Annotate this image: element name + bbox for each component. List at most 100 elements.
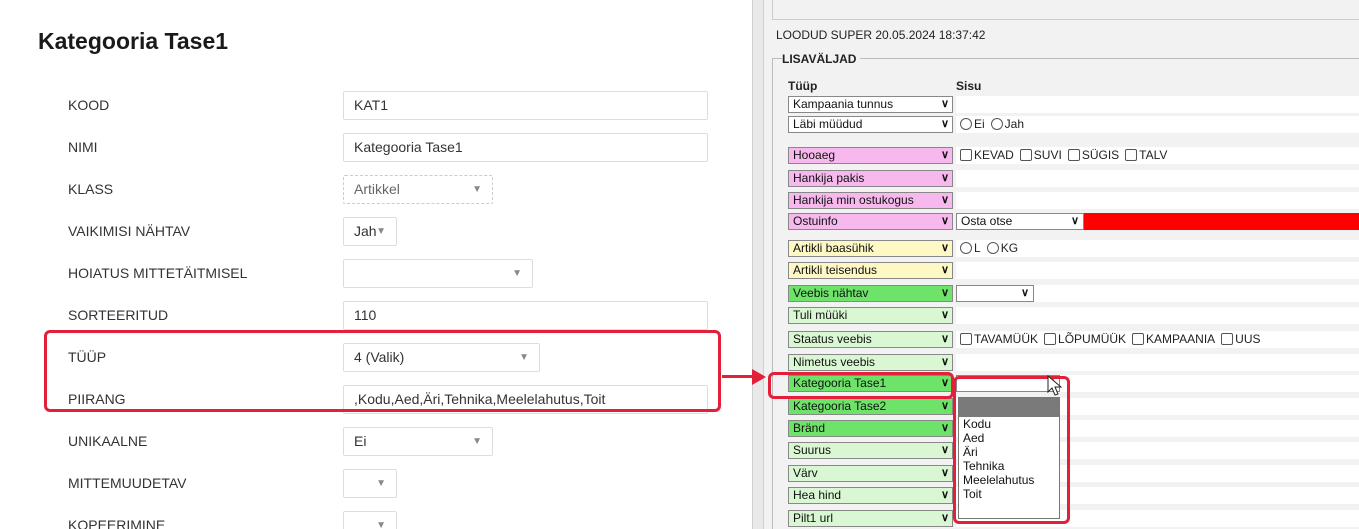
field-type-select[interactable]: Suurus ∨ <box>788 442 953 459</box>
checkbox[interactable] <box>1125 149 1138 161</box>
field-type-select[interactable]: Hankija pakis ∨ <box>788 170 953 187</box>
extra-field-row: Hooaeg ∨ KEVAD SUVI SÜGIS TALV <box>788 147 1359 164</box>
field-content: ∨ <box>956 285 1359 302</box>
arrow-right-icon <box>752 369 766 385</box>
extra-field-row: Bränd ∨ <box>788 420 1359 437</box>
field-type-select[interactable]: Staatus veebis ∨ <box>788 331 953 348</box>
extra-field-row: Hankija min ostukogus ∨ <box>788 192 1359 209</box>
field-type-select[interactable]: Bränd ∨ <box>788 420 953 437</box>
field-type-select[interactable]: Artikli baasühik ∨ <box>788 240 953 257</box>
panel-divider[interactable] <box>752 0 764 529</box>
radio-button[interactable] <box>960 242 972 254</box>
field-type-label: Pilt1 url <box>793 511 834 525</box>
chevron-down-icon: ∨ <box>940 489 949 501</box>
form-row: NIMI Kategooria Tase1 <box>0 133 752 175</box>
field-content <box>956 170 1359 187</box>
chevron-down-icon: ∨ <box>940 467 949 479</box>
field-content: L KG <box>956 240 1359 257</box>
top-strip <box>772 0 1359 20</box>
checkbox[interactable] <box>1019 149 1032 161</box>
field-content <box>956 307 1359 324</box>
field-type-label: Suurus <box>793 443 832 457</box>
checkbox-label: UUS <box>1235 332 1261 346</box>
column-header-type: Tüüp <box>788 79 818 93</box>
checkbox[interactable] <box>960 333 972 345</box>
select-value: Ei <box>354 433 367 449</box>
field-content: Ei Jah <box>956 116 1359 133</box>
form-row: UNIKAALNE Ei ▼ <box>0 427 752 469</box>
field-type-label: Hea hind <box>793 488 842 502</box>
select-value: Osta otse <box>961 214 1013 228</box>
form-row: HOIATUS MITTETÄITMISEL ▼ <box>0 259 752 301</box>
form-input[interactable]: 110 <box>343 301 708 330</box>
form-row: VAIKIMISI NÄHTAV Jah ▼ <box>0 217 752 259</box>
chevron-down-icon: ∨ <box>940 118 949 130</box>
field-type-select[interactable]: Kategooria Tase2 ∨ <box>788 398 953 415</box>
chevron-down-icon: ∨ <box>1070 215 1079 227</box>
chevron-down-icon: ∨ <box>940 194 949 206</box>
field-type-select[interactable]: Kampaania tunnus ∨ <box>788 96 953 113</box>
field-type-label: Veebis nähtav <box>793 286 869 300</box>
field-type-label: Hankija pakis <box>793 171 865 185</box>
caret-down-icon: ▼ <box>376 520 386 529</box>
caret-down-icon: ▼ <box>512 268 522 279</box>
field-type-select[interactable]: Hankija min ostukogus ∨ <box>788 192 953 209</box>
checkbox[interactable] <box>960 149 972 161</box>
form-select[interactable]: ▼ <box>343 259 533 288</box>
extra-field-row: Nimetus veebis ∨ <box>788 354 1359 371</box>
field-type-select[interactable]: Nimetus veebis ∨ <box>788 354 953 371</box>
checkbox[interactable] <box>1067 149 1080 161</box>
field-type-select[interactable]: Värv ∨ <box>788 465 953 482</box>
chevron-down-icon: ∨ <box>940 264 949 276</box>
checkbox[interactable] <box>1221 333 1234 345</box>
content-select[interactable]: ∨ <box>956 285 1034 302</box>
extra-field-row: Kategooria Tase2 ∨ <box>788 398 1359 415</box>
field-type-label: Hooaeg <box>793 148 836 162</box>
extra-field-row: Läbi müüdud ∨ Ei Jah <box>788 116 1359 133</box>
checkbox[interactable] <box>1132 333 1145 345</box>
radio-button[interactable] <box>986 242 999 254</box>
form-select[interactable]: Ei ▼ <box>343 427 493 456</box>
field-type-select[interactable]: Hea hind ∨ <box>788 487 953 504</box>
radio-button[interactable] <box>960 118 972 130</box>
chevron-down-icon: ∨ <box>940 309 949 321</box>
content-select[interactable]: Osta otse ∨ <box>956 213 1084 230</box>
checkbox-label: KAMPAANIA <box>1146 332 1216 346</box>
select-value: Jah <box>354 223 377 239</box>
field-type-select[interactable]: Veebis nähtav ∨ <box>788 285 953 302</box>
extra-field-row: Pilt1 url ∨ <box>788 510 1359 527</box>
field-content: KEVAD SUVI SÜGIS TALV <box>956 147 1359 164</box>
field-type-select[interactable]: Ostuinfo ∨ <box>788 213 953 230</box>
radio-button[interactable] <box>990 118 1003 130</box>
form-label: HOIATUS MITTETÄITMISEL <box>68 265 248 281</box>
caret-down-icon: ▼ <box>376 478 386 489</box>
caret-down-icon: ▼ <box>472 436 482 447</box>
field-type-label: Ostuinfo <box>793 214 838 228</box>
highlight-category-row <box>768 372 954 399</box>
form-input[interactable]: Kategooria Tase1 <box>343 133 708 162</box>
field-type-label: Nimetus veebis <box>793 355 876 369</box>
extra-field-row: Värv ∨ <box>788 465 1359 482</box>
chevron-down-icon: ∨ <box>940 215 949 227</box>
field-type-select[interactable]: Hooaeg ∨ <box>788 147 953 164</box>
checkbox[interactable] <box>1044 333 1057 345</box>
chevron-down-icon: ∨ <box>1020 287 1029 299</box>
extra-field-row: Artikli baasühik ∨ L KG <box>788 240 1359 257</box>
form-select[interactable]: Jah ▼ <box>343 217 397 246</box>
form-select[interactable]: ▼ <box>343 511 397 529</box>
field-type-label: Artikli teisendus <box>793 263 878 277</box>
form-label: NIMI <box>68 139 98 155</box>
form-input[interactable]: KAT1 <box>343 91 708 120</box>
form-select[interactable]: ▼ <box>343 469 397 498</box>
form-label: UNIKAALNE <box>68 433 148 449</box>
field-type-select[interactable]: Pilt1 url ∨ <box>788 510 953 527</box>
field-type-select[interactable]: Artikli teisendus ∨ <box>788 262 953 279</box>
field-type-select[interactable]: Läbi müüdud ∨ <box>788 116 953 133</box>
field-type-label: Kampaania tunnus <box>793 97 894 111</box>
extra-field-row: Hea hind ∨ <box>788 487 1359 504</box>
field-content <box>956 354 1359 371</box>
form-label: VAIKIMISI NÄHTAV <box>68 223 191 239</box>
form-select[interactable]: Artikkel ▼ <box>343 175 493 204</box>
field-type-select[interactable]: Tuli müüki ∨ <box>788 307 953 324</box>
form-row: MITTEMUUDETAV ▼ <box>0 469 752 511</box>
